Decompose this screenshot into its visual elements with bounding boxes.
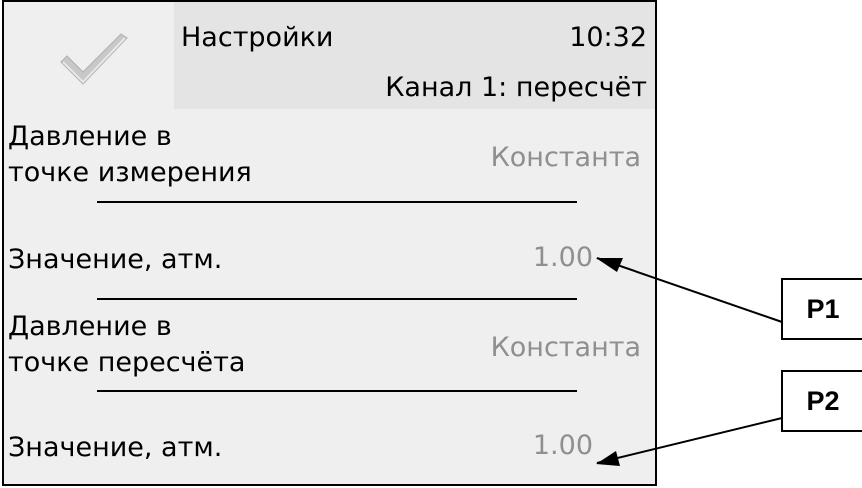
callout-p1-tag: P1 <box>781 278 862 340</box>
device-screen: Настройки 10:32 Канал 1: пересчёт Давлен… <box>2 0 657 486</box>
screen-title: Настройки <box>181 22 334 53</box>
separator <box>97 390 577 392</box>
screen-header: Настройки 10:32 Канал 1: пересчёт <box>4 2 655 109</box>
recalc-pressure-value[interactable]: 1.00 <box>533 430 593 461</box>
callout-p2-tag: P2 <box>781 370 862 432</box>
clock: 10:32 <box>569 22 647 53</box>
screen-subtitle: Канал 1: пересчёт <box>385 72 647 103</box>
recalc-pressure-value-label: Значение, атм. <box>8 432 223 463</box>
measurement-pressure-value-label: Значение, атм. <box>8 244 223 275</box>
measurement-pressure-label: Давление в точке измерения <box>8 121 252 188</box>
separator <box>97 201 577 203</box>
measurement-pressure-mode[interactable]: Константа <box>491 142 641 173</box>
confirm-button[interactable] <box>4 2 174 109</box>
measurement-pressure-value[interactable]: 1.00 <box>533 242 593 273</box>
recalc-pressure-mode[interactable]: Константа <box>491 332 641 363</box>
checkmark-icon <box>60 33 128 85</box>
recalc-pressure-label: Давление в точке пересчёта <box>8 311 246 378</box>
separator <box>97 298 577 300</box>
